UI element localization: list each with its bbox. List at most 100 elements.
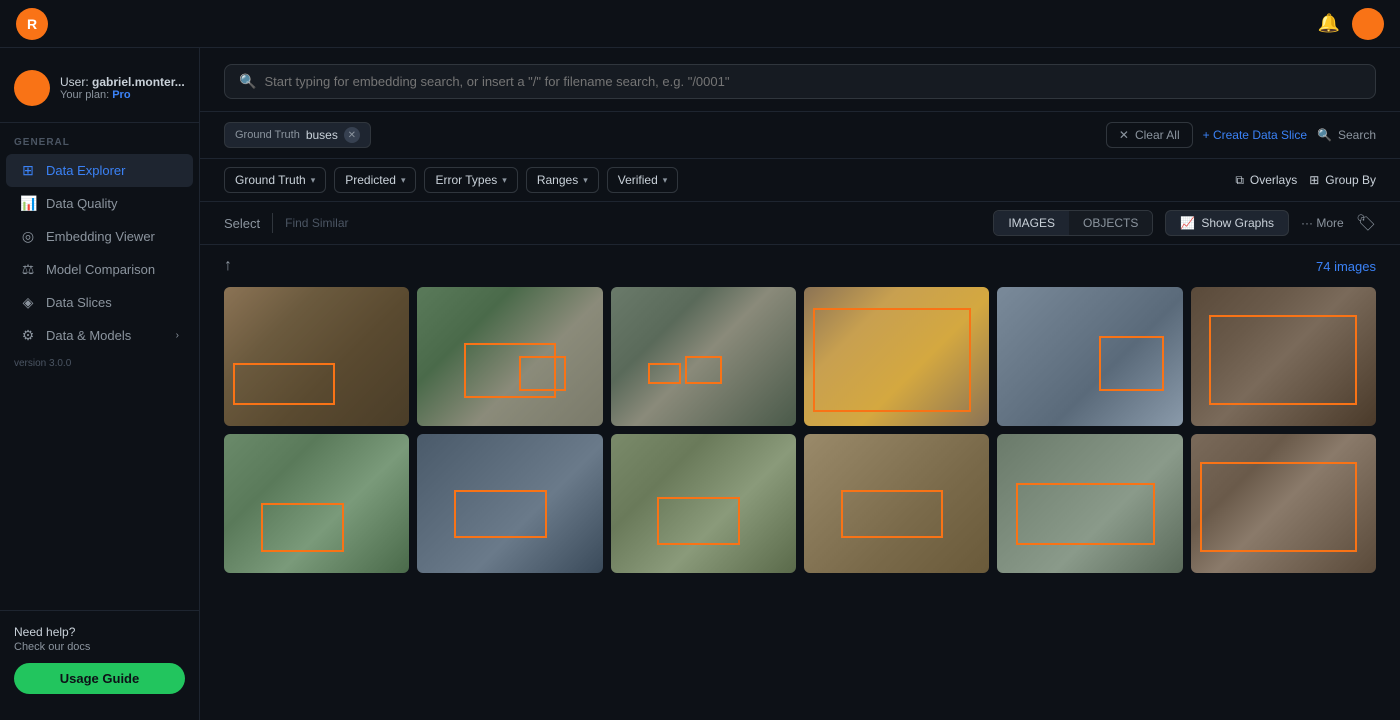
view-controls: ⧉ Overlays ⊞ Group By	[1235, 173, 1376, 188]
filter-tags: Ground Truth buses ✕	[224, 122, 1096, 148]
user-profile: User: gabriel.monter... Your plan: Pro	[0, 60, 199, 123]
sort-icon[interactable]: ↑	[224, 257, 232, 275]
grid-icon: ⊞	[20, 162, 36, 179]
filter-bar: Ground Truth buses ✕ ✕ Clear All + Creat…	[200, 112, 1400, 159]
bounding-box	[233, 363, 335, 405]
notification-bell-icon[interactable]: 🔔	[1318, 13, 1340, 34]
sidebar-item-label: Model Comparison	[46, 262, 155, 277]
chevron-down-icon: ▾	[502, 175, 507, 186]
sidebar-item-label: Data & Models	[46, 328, 131, 343]
image-card[interactable]	[1191, 287, 1376, 426]
clear-all-button[interactable]: ✕ Clear All	[1106, 122, 1193, 148]
app-logo[interactable]: R	[16, 8, 48, 40]
sidebar-item-data-quality[interactable]: 📊 Data Quality	[6, 187, 193, 220]
sidebar-item-embedding-viewer[interactable]: ◎ Embedding Viewer	[6, 220, 193, 253]
sidebar-item-data-slices[interactable]: ◈ Data Slices	[6, 286, 193, 319]
slice-icon: ◈	[20, 294, 36, 311]
chevron-down-icon: ▾	[663, 175, 668, 186]
chart-icon: 📊	[20, 195, 36, 212]
show-graphs-button[interactable]: 📈 Show Graphs	[1165, 210, 1289, 236]
predicted-dropdown[interactable]: Predicted ▾	[334, 167, 416, 193]
filter-actions: ✕ Clear All + Create Data Slice 🔍 Search	[1106, 122, 1376, 148]
search-small-icon: 🔍	[1317, 128, 1332, 142]
username: User: gabriel.monter...	[60, 75, 185, 89]
main-content: 🔍 Ground Truth buses ✕ ✕ Clear All + Cre…	[200, 48, 1400, 720]
help-label: Need help?	[14, 625, 185, 639]
content-header: ↑ 74 images	[224, 257, 1376, 275]
bounding-box	[685, 356, 722, 384]
search-input-wrap: 🔍	[224, 64, 1376, 99]
user-avatar[interactable]	[1352, 8, 1384, 40]
filter-chip-label: Ground Truth	[235, 129, 300, 141]
scatter-icon: ◎	[20, 228, 36, 245]
find-similar-button[interactable]: Find Similar	[285, 216, 348, 230]
topbar: R 🔔	[0, 0, 1400, 48]
error-types-dropdown[interactable]: Error Types ▾	[424, 167, 517, 193]
image-card[interactable]	[804, 434, 989, 573]
topbar-right: 🔔	[1318, 8, 1384, 40]
chevron-down-icon: ▾	[311, 175, 316, 186]
overlays-button[interactable]: ⧉ Overlays	[1235, 173, 1297, 188]
tag-button[interactable]: 🏷	[1356, 213, 1376, 233]
chevron-down-icon: ▾	[401, 175, 406, 186]
sidebar-item-data-explorer[interactable]: ⊞ Data Explorer	[6, 154, 193, 187]
sidebar-section-general: GENERAL	[0, 123, 199, 154]
toolbar: Select Find Similar IMAGES OBJECTS 📈 Sho…	[200, 202, 1400, 245]
sidebar-item-label: Data Explorer	[46, 163, 125, 178]
search-section: 🔍	[200, 48, 1400, 112]
view-tab-group: IMAGES OBJECTS	[993, 210, 1153, 236]
image-card[interactable]	[611, 434, 796, 573]
filter-chip-ground-truth-buses: Ground Truth buses ✕	[224, 122, 371, 148]
docs-link[interactable]: Check our docs	[14, 641, 185, 653]
chevron-down-icon: ▾	[583, 175, 588, 186]
settings-icon: ⚙	[20, 327, 36, 344]
image-card[interactable]	[224, 434, 409, 573]
user-plan: Your plan: Pro	[60, 89, 185, 101]
bounding-box	[261, 503, 344, 552]
tab-objects[interactable]: OBJECTS	[1069, 211, 1152, 235]
image-gallery: ↑ 74 images	[200, 245, 1400, 720]
bounding-box	[1099, 336, 1164, 392]
version-label: version 3.0.0	[0, 352, 199, 375]
bounding-box	[648, 363, 681, 384]
layers-icon: ⧉	[1235, 173, 1244, 188]
image-count: 74 images	[1316, 259, 1376, 274]
close-icon[interactable]: ✕	[344, 127, 360, 143]
usage-guide-button[interactable]: Usage Guide	[14, 663, 185, 694]
sidebar-item-label: Embedding Viewer	[46, 229, 155, 244]
image-card[interactable]	[1191, 434, 1376, 573]
create-data-slice-button[interactable]: + Create Data Slice	[1203, 128, 1307, 142]
search-input[interactable]	[264, 74, 1361, 89]
image-card[interactable]	[224, 287, 409, 426]
select-button[interactable]: Select	[224, 212, 260, 235]
image-card[interactable]	[611, 287, 796, 426]
sidebar-item-data-models[interactable]: ⚙ Data & Models ›	[6, 319, 193, 352]
bounding-box	[657, 497, 740, 546]
more-button[interactable]: ··· More	[1301, 216, 1344, 230]
group-icon: ⊞	[1309, 173, 1319, 187]
image-card[interactable]	[417, 287, 602, 426]
tab-images[interactable]: IMAGES	[994, 211, 1069, 235]
ranges-dropdown[interactable]: Ranges ▾	[526, 167, 599, 193]
filter-chip-value: buses	[306, 128, 338, 142]
sidebar: User: gabriel.monter... Your plan: Pro G…	[0, 48, 200, 720]
search-button[interactable]: 🔍 Search	[1317, 128, 1376, 142]
bounding-box	[1209, 315, 1357, 405]
graph-icon: 📈	[1180, 216, 1195, 230]
sidebar-item-model-comparison[interactable]: ⚖ Model Comparison	[6, 253, 193, 286]
toolbar-divider	[272, 213, 273, 233]
chevron-right-icon: ›	[176, 330, 179, 341]
bounding-box	[1200, 462, 1358, 552]
image-card[interactable]	[997, 434, 1182, 573]
group-by-button[interactable]: ⊞ Group By	[1309, 173, 1376, 187]
image-card[interactable]	[417, 434, 602, 573]
ground-truth-dropdown[interactable]: Ground Truth ▾	[224, 167, 326, 193]
bounding-box	[464, 343, 557, 399]
sidebar-footer: Need help? Check our docs Usage Guide	[0, 610, 199, 708]
compare-icon: ⚖	[20, 261, 36, 278]
image-card[interactable]	[997, 287, 1182, 426]
avatar	[14, 70, 50, 106]
verified-dropdown[interactable]: Verified ▾	[607, 167, 679, 193]
image-grid	[224, 287, 1376, 573]
image-card[interactable]	[804, 287, 989, 426]
